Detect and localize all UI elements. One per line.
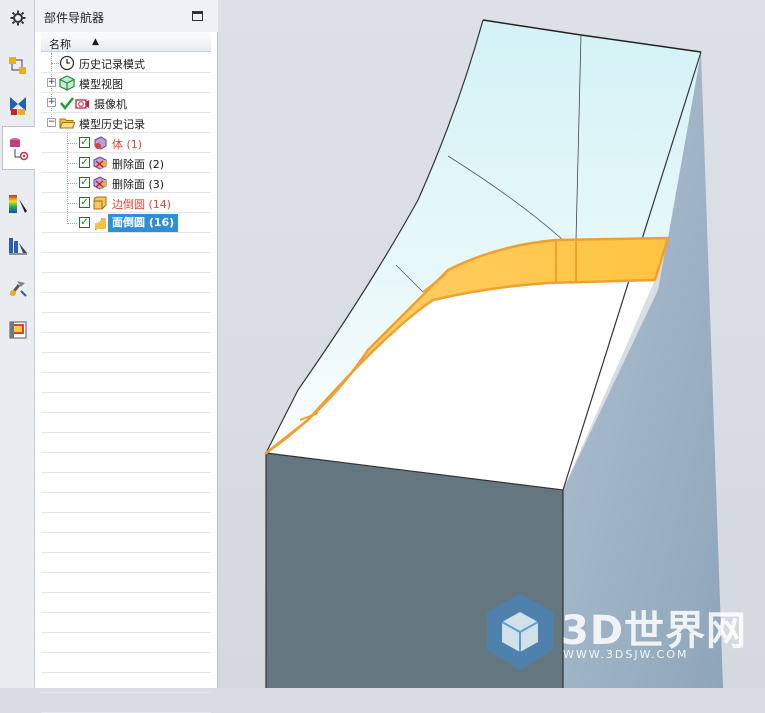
tree-item-feature-delete-face-2[interactable]: ✓ 删除面 (2) (41, 153, 211, 173)
feature-visibility-checkbox[interactable]: ✓ (79, 177, 90, 188)
feature-visibility-checkbox[interactable]: ✓ (79, 157, 90, 168)
clock-icon (59, 55, 75, 71)
face-blend-icon (92, 215, 108, 231)
tree-item-label: 摄像机 (94, 98, 127, 111)
tree-item-model-views[interactable]: + 模型视图 (41, 73, 211, 93)
solid-body-model[interactable] (218, 0, 765, 688)
tree-item-feature-edge-blend[interactable]: ✓ 边倒圆 (14) (41, 193, 211, 213)
assembly-navigator-icon[interactable] (6, 54, 30, 78)
expand-toggle[interactable]: + (47, 78, 56, 87)
camera-icon (74, 95, 90, 111)
cube-logo-icon (487, 594, 553, 670)
resource-bar (0, 0, 35, 688)
column-header-label: 名称 (49, 38, 71, 51)
tree-item-feature-face-blend[interactable]: ✓ 面倒圆 (16) (41, 213, 211, 233)
edge-blend-icon (92, 195, 108, 211)
tree-item-label: 面倒圆 (16) (108, 214, 179, 232)
delete-face-icon (92, 155, 108, 171)
green-checkmark-icon (59, 95, 75, 111)
tree-item-cameras[interactable]: + 摄像机 (41, 93, 211, 113)
feature-visibility-checkbox[interactable]: ✓ (79, 137, 90, 148)
collapse-toggle[interactable]: − (47, 118, 56, 127)
tree-item-label: 历史记录模式 (79, 58, 145, 71)
part-navigator-panel: 部件导航器 名称 ▲ 历史记录模式 + 模型视图 + 摄像机 − 模型历史记录 … (35, 0, 218, 713)
expand-toggle[interactable]: + (47, 98, 56, 107)
model-view-cube-icon (59, 75, 75, 91)
delete-face-icon (92, 175, 108, 191)
tree-item-model-history[interactable]: − 模型历史记录 (41, 113, 211, 133)
color-palette-icon[interactable] (6, 192, 30, 216)
column-header-name[interactable]: 名称 ▲ (41, 33, 211, 52)
hd3d-tools-icon[interactable] (6, 276, 30, 300)
constraint-navigator-icon[interactable] (6, 94, 30, 118)
graphics-window[interactable]: 3D世界网 WWW.3DSJW.COM (218, 0, 765, 688)
maximize-icon[interactable] (192, 11, 203, 21)
feature-tree: 历史记录模式 + 模型视图 + 摄像机 − 模型历史记录 ✓ 体 (1) ✓ 删… (41, 53, 211, 713)
panel-title-bar: 部件导航器 (35, 0, 218, 32)
body-feature-icon (92, 135, 108, 151)
tree-item-label: 删除面 (3) (112, 178, 165, 191)
tree-item-label: 删除面 (2) (112, 158, 165, 171)
part-navigator-icon[interactable] (2, 126, 35, 170)
watermark-url: WWW.3DSJW.COM (563, 648, 689, 661)
reuse-library-icon[interactable] (6, 234, 30, 258)
tree-item-feature-delete-face-3[interactable]: ✓ 删除面 (3) (41, 173, 211, 193)
feature-visibility-checkbox[interactable]: ✓ (79, 217, 90, 228)
feature-visibility-checkbox[interactable]: ✓ (79, 197, 90, 208)
sort-ascending-icon: ▲ (92, 37, 99, 47)
panel-title: 部件导航器 (44, 11, 105, 25)
tree-item-label: 模型视图 (79, 78, 123, 91)
tree-item-feature-body[interactable]: ✓ 体 (1) (41, 133, 211, 153)
web-browser-icon[interactable] (6, 318, 30, 342)
tree-item-history-mode[interactable]: 历史记录模式 (41, 53, 211, 73)
watermark: 3D世界网 WWW.3DSJW.COM (483, 592, 753, 672)
tree-item-label: 边倒圆 (14) (112, 198, 172, 211)
folder-open-icon (59, 115, 76, 131)
tree-item-label: 模型历史记录 (79, 118, 145, 131)
settings-gear-icon[interactable] (6, 6, 30, 30)
tree-item-label: 体 (1) (112, 138, 143, 151)
